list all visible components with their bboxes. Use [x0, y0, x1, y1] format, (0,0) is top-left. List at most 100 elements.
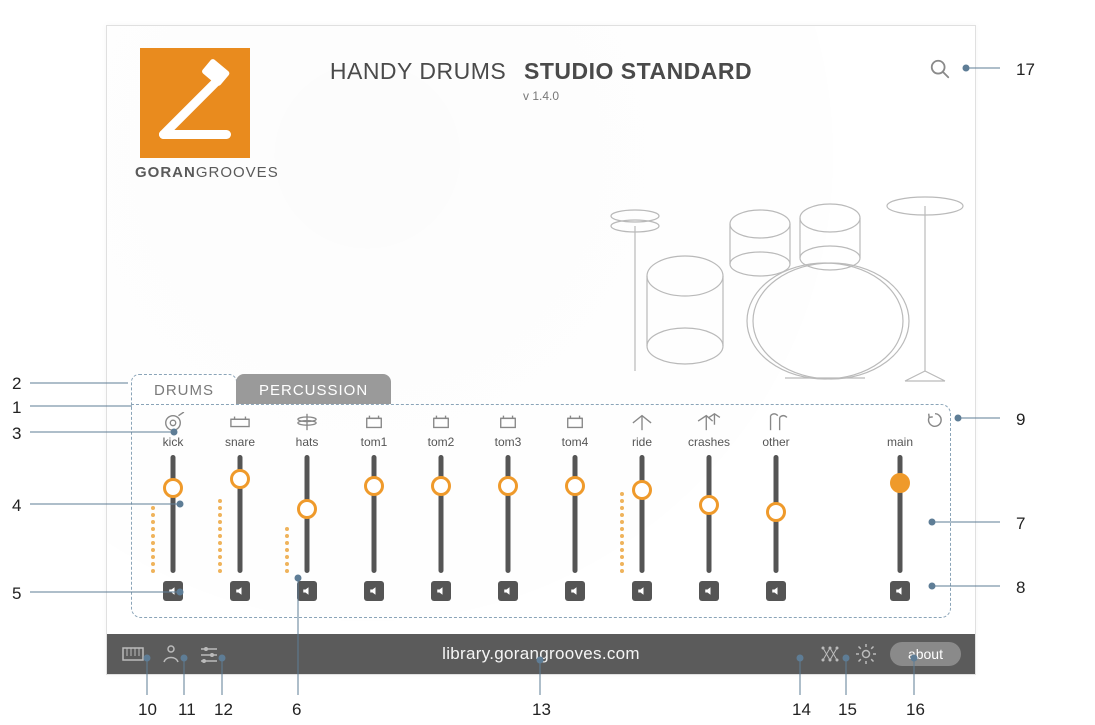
callout-5: 5	[12, 584, 21, 604]
channel-tom3: tom3	[477, 409, 539, 611]
callout-12: 12	[214, 700, 233, 720]
mixer-tabs: DRUMS PERCUSSION	[131, 374, 391, 404]
channel-snare: snare	[209, 409, 271, 611]
meter-kick	[151, 473, 155, 573]
channel-label-ride: ride	[632, 435, 652, 449]
other-icon[interactable]	[762, 411, 790, 433]
slider-other[interactable]	[756, 455, 796, 573]
snare-icon[interactable]	[226, 411, 254, 433]
library-link[interactable]: library.gorangrooves.com	[442, 644, 640, 664]
mute-tom1[interactable]	[364, 581, 384, 601]
callout-17: 17	[1016, 60, 1035, 80]
title-block: HANDY DRUMS STUDIO STANDARD v 1.4.0	[107, 58, 975, 103]
callout-16: 16	[906, 700, 925, 720]
brand-text: GORANGROOVES	[135, 164, 255, 181]
footer-bar: library.gorangrooves.com	[107, 634, 975, 674]
meter-hats	[285, 473, 289, 573]
routing-icon[interactable]	[818, 642, 842, 666]
slider-tom1[interactable]	[354, 455, 394, 573]
slider-hats[interactable]	[287, 455, 327, 573]
slider-main[interactable]	[880, 455, 920, 573]
channel-label-main: main	[887, 435, 913, 449]
channel-label-other: other	[762, 435, 789, 449]
meter-crashes	[687, 473, 691, 573]
version-label: v 1.4.0	[107, 89, 975, 103]
tom-icon[interactable]	[360, 411, 388, 433]
mute-crashes[interactable]	[699, 581, 719, 601]
channel-label-kick: kick	[163, 435, 184, 449]
tom-icon[interactable]	[561, 411, 589, 433]
channel-kick: kick	[142, 409, 204, 611]
resize-icon[interactable]	[929, 58, 951, 80]
channel-label-snare: snare	[225, 435, 255, 449]
ride-icon[interactable]	[628, 411, 656, 433]
slider-tom4[interactable]	[555, 455, 595, 573]
channel-label-tom3: tom3	[495, 435, 522, 449]
channel-label-tom4: tom4	[562, 435, 589, 449]
callout-13: 13	[532, 700, 551, 720]
mute-tom2[interactable]	[431, 581, 451, 601]
meter-tom3	[486, 473, 490, 573]
keyboard-map-icon[interactable]	[121, 642, 145, 666]
callout-7: 7	[1016, 514, 1025, 534]
mute-hats[interactable]	[297, 581, 317, 601]
meter-tom4	[553, 473, 557, 573]
channel-ride: ride	[611, 409, 673, 611]
slider-kick[interactable]	[153, 455, 193, 573]
meter-tom2	[419, 473, 423, 573]
meter-other	[754, 473, 758, 573]
drumkit-illustration	[585, 146, 965, 386]
callout-3: 3	[12, 424, 21, 444]
callout-11: 11	[178, 700, 196, 720]
product-name: HANDY DRUMS	[330, 58, 506, 84]
mute-main[interactable]	[890, 581, 910, 601]
channel-tom1: tom1	[343, 409, 405, 611]
callout-6: 6	[292, 700, 301, 720]
channel-tom4: tom4	[544, 409, 606, 611]
mute-ride[interactable]	[632, 581, 652, 601]
channel-tom2: tom2	[410, 409, 472, 611]
hats-icon[interactable]	[293, 411, 321, 433]
callout-14: 14	[792, 700, 811, 720]
mute-snare[interactable]	[230, 581, 250, 601]
sliders-icon[interactable]	[197, 642, 221, 666]
tab-percussion[interactable]: PERCUSSION	[236, 374, 391, 404]
tom-icon[interactable]	[494, 411, 522, 433]
mute-other[interactable]	[766, 581, 786, 601]
channel-crashes: crashes	[678, 409, 740, 611]
channel-label-tom1: tom1	[361, 435, 388, 449]
tom-icon[interactable]	[427, 411, 455, 433]
meter-tom1	[352, 473, 356, 573]
channel-other: other	[745, 409, 807, 611]
crash-icon[interactable]	[695, 411, 723, 433]
channel-main: main	[860, 409, 940, 611]
gear-icon[interactable]	[854, 642, 878, 666]
callout-2: 2	[12, 374, 21, 394]
slider-snare[interactable]	[220, 455, 260, 573]
about-button[interactable]: about	[890, 642, 961, 666]
plugin-window: GORANGROOVES HANDY DRUMS STUDIO STANDARD…	[106, 25, 976, 675]
mute-kick[interactable]	[163, 581, 183, 601]
channel-label-crashes: crashes	[688, 435, 730, 449]
callout-15: 15	[838, 700, 857, 720]
humanize-icon[interactable]	[159, 642, 183, 666]
channel-label-hats: hats	[296, 435, 319, 449]
callout-9: 9	[1016, 410, 1025, 430]
mute-tom4[interactable]	[565, 581, 585, 601]
callout-10: 10	[138, 700, 157, 720]
slider-crashes[interactable]	[689, 455, 729, 573]
meter-snare	[218, 473, 222, 573]
callout-4: 4	[12, 496, 21, 516]
slider-tom2[interactable]	[421, 455, 461, 573]
channel-hats: hats	[276, 409, 338, 611]
meter-ride	[620, 473, 624, 573]
mute-tom3[interactable]	[498, 581, 518, 601]
product-variant: STUDIO STANDARD	[524, 58, 752, 84]
channel-label-tom2: tom2	[428, 435, 455, 449]
kick-icon[interactable]	[159, 411, 187, 433]
slider-tom3[interactable]	[488, 455, 528, 573]
slider-ride[interactable]	[622, 455, 662, 573]
mixer-panel: kick snare hats tom1	[131, 404, 951, 618]
callout-1: 1	[12, 398, 21, 418]
tab-drums[interactable]: DRUMS	[131, 374, 237, 404]
